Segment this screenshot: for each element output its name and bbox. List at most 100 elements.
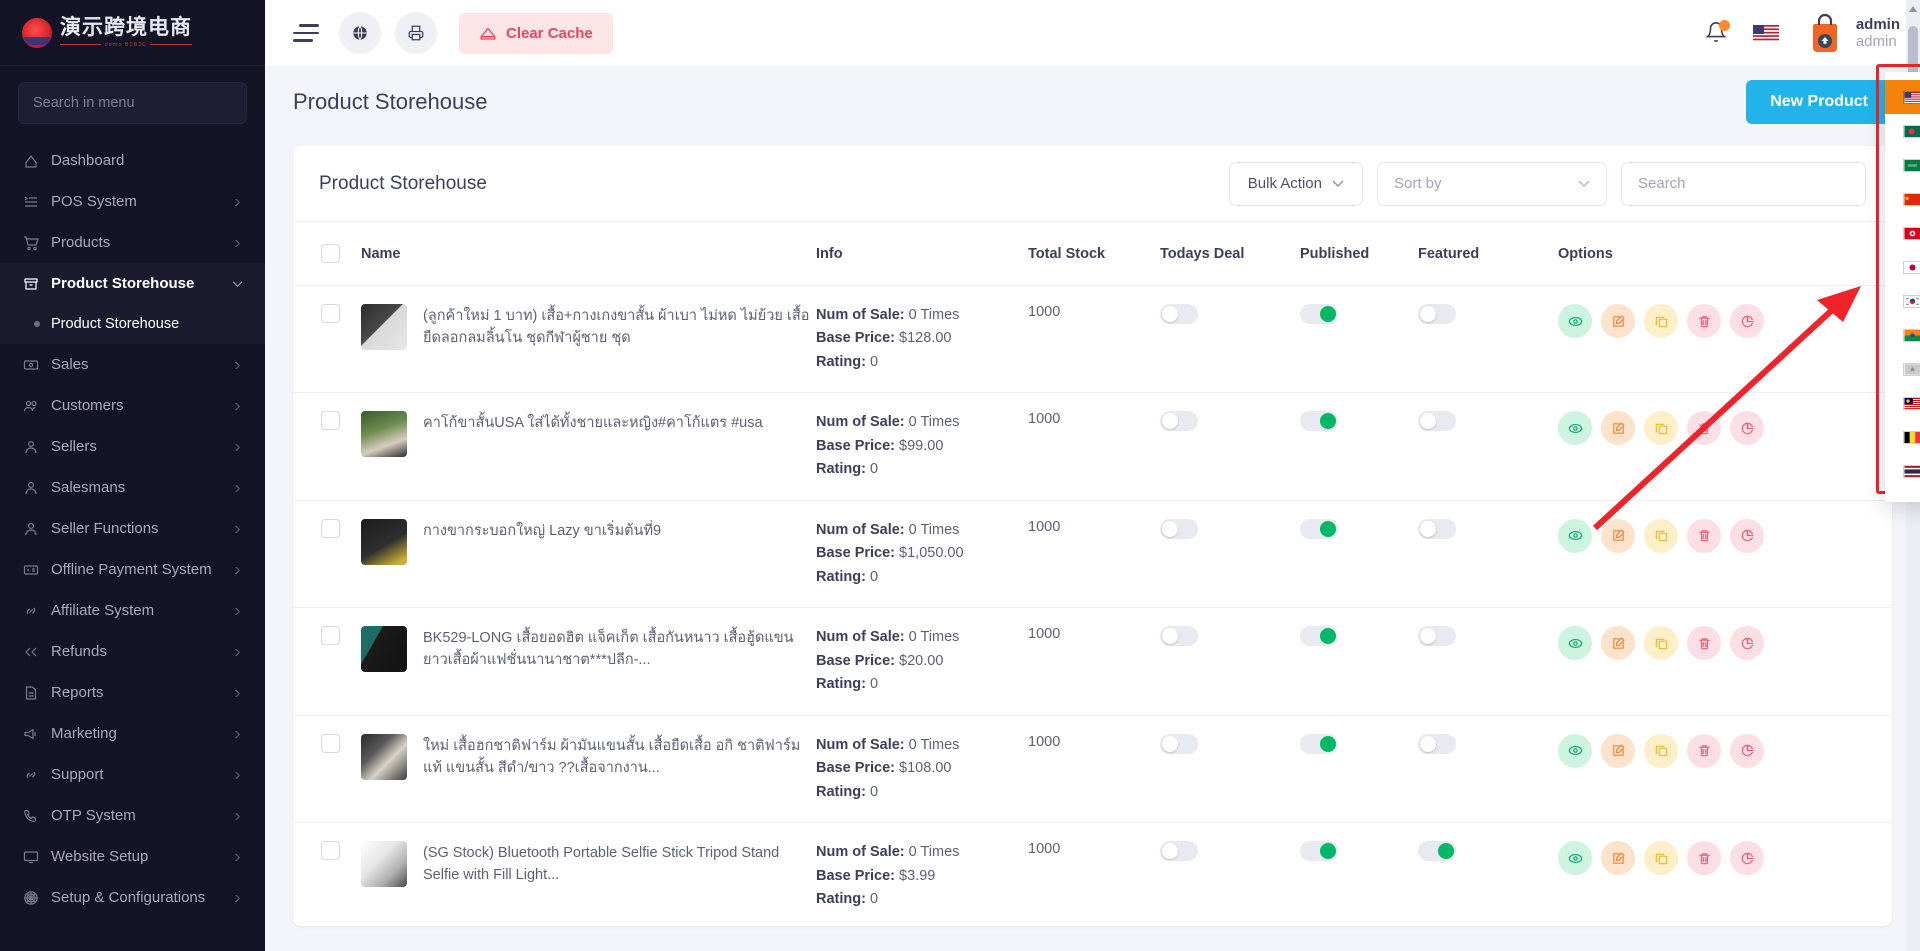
todays-deal-toggle[interactable] bbox=[1160, 411, 1198, 431]
delete-button[interactable] bbox=[1687, 411, 1721, 445]
published-toggle[interactable] bbox=[1300, 519, 1338, 539]
language-option-[interactable]: にほんご bbox=[1885, 250, 1920, 284]
sort-by-dropdown[interactable]: Sort by bbox=[1377, 162, 1607, 206]
edit-button[interactable] bbox=[1601, 841, 1635, 875]
sidebar-item-marketing[interactable]: Marketing bbox=[0, 713, 265, 754]
edit-button[interactable] bbox=[1601, 411, 1635, 445]
todays-deal-toggle[interactable] bbox=[1160, 841, 1198, 861]
featured-toggle[interactable] bbox=[1418, 626, 1456, 646]
todays-deal-toggle[interactable] bbox=[1160, 626, 1198, 646]
sidebar-item-seller-functions[interactable]: Seller Functions bbox=[0, 508, 265, 549]
row-checkbox[interactable] bbox=[321, 626, 340, 645]
clear-cache-button[interactable]: Clear Cache bbox=[459, 13, 613, 54]
sidebar-item-offline-payment-system[interactable]: Offline Payment System bbox=[0, 549, 265, 590]
view-button[interactable] bbox=[1558, 841, 1592, 875]
sidebar-item-website-setup[interactable]: Website Setup bbox=[0, 836, 265, 877]
print-button[interactable] bbox=[395, 12, 437, 54]
row-checkbox[interactable] bbox=[321, 519, 340, 538]
search-menu-input[interactable] bbox=[18, 82, 247, 124]
sidebar-item-reports[interactable]: Reports bbox=[0, 672, 265, 713]
sidebar-item-product-storehouse[interactable]: Product Storehouse bbox=[0, 263, 265, 304]
sidebar-item-refunds[interactable]: Refunds bbox=[0, 631, 265, 672]
duplicate-button[interactable] bbox=[1644, 411, 1678, 445]
edit-button[interactable] bbox=[1601, 734, 1635, 768]
edit-button[interactable] bbox=[1601, 519, 1635, 553]
language-option-bangla[interactable]: Bangla bbox=[1885, 114, 1920, 148]
product-name[interactable]: (SG Stock) Bluetooth Portable Selfie Sti… bbox=[423, 841, 816, 886]
published-toggle[interactable] bbox=[1300, 734, 1338, 754]
featured-toggle[interactable] bbox=[1418, 734, 1456, 754]
product-name[interactable]: คาโก้ขาสั้นUSA ใส่ได้ทั้งชายและหญิง#คาโก… bbox=[423, 411, 763, 434]
duplicate-button[interactable] bbox=[1644, 304, 1678, 338]
sidebar-item-support[interactable]: Support bbox=[0, 754, 265, 795]
language-option-belarusian[interactable]: Belarusian bbox=[1885, 420, 1920, 454]
duplicate-button[interactable] bbox=[1644, 841, 1678, 875]
scroll-up-arrow-icon[interactable] bbox=[1909, 6, 1917, 12]
row-checkbox[interactable] bbox=[321, 304, 340, 323]
globe-button[interactable] bbox=[339, 12, 381, 54]
edit-button[interactable] bbox=[1601, 304, 1635, 338]
todays-deal-toggle[interactable] bbox=[1160, 519, 1198, 539]
language-dropdown[interactable]: EnglishBanglaArabic中文繁体中文にほんご한국어Indonesi… bbox=[1885, 72, 1920, 502]
sidebar-item-salesmans[interactable]: Salesmans bbox=[0, 467, 265, 508]
table-search-input[interactable] bbox=[1621, 162, 1866, 206]
published-toggle[interactable] bbox=[1300, 841, 1338, 861]
refresh-button[interactable] bbox=[1730, 734, 1764, 768]
sidebar-item-dashboard[interactable]: Dashboard bbox=[0, 140, 265, 181]
edit-button[interactable] bbox=[1601, 626, 1635, 660]
delete-button[interactable] bbox=[1687, 519, 1721, 553]
brand-logo[interactable]: 演示跨境电商 demo B2B2C bbox=[0, 0, 265, 66]
sidebar-item-sellers[interactable]: Sellers bbox=[0, 426, 265, 467]
featured-toggle[interactable] bbox=[1418, 304, 1456, 324]
language-option-[interactable]: 中文 bbox=[1885, 182, 1920, 216]
language-option-[interactable]: 繁体中文 bbox=[1885, 216, 1920, 250]
language-option-arabic[interactable]: Arabic bbox=[1885, 148, 1920, 182]
published-toggle[interactable] bbox=[1300, 626, 1338, 646]
delete-button[interactable] bbox=[1687, 626, 1721, 660]
view-button[interactable] bbox=[1558, 734, 1592, 768]
delete-button[interactable] bbox=[1687, 734, 1721, 768]
user-menu[interactable]: admin admin bbox=[1805, 12, 1900, 54]
language-option-vietnamese[interactable]: Vietnamese bbox=[1885, 352, 1920, 386]
us-flag-icon[interactable] bbox=[1753, 25, 1779, 42]
sidebar-item-otp-system[interactable]: OTP System bbox=[0, 795, 265, 836]
delete-button[interactable] bbox=[1687, 304, 1721, 338]
language-option-malay[interactable]: Malay bbox=[1885, 386, 1920, 420]
view-button[interactable] bbox=[1558, 626, 1592, 660]
sidebar-item-affiliate-system[interactable]: Affiliate System bbox=[0, 590, 265, 631]
row-checkbox[interactable] bbox=[321, 734, 340, 753]
language-option-english[interactable]: English bbox=[1885, 80, 1920, 114]
sidebar-subitem-product-storehouse[interactable]: Product Storehouse bbox=[0, 304, 265, 344]
todays-deal-toggle[interactable] bbox=[1160, 304, 1198, 324]
view-button[interactable] bbox=[1558, 519, 1592, 553]
sidebar-item-sales[interactable]: Sales bbox=[0, 344, 265, 385]
bulk-action-dropdown[interactable]: Bulk Action bbox=[1229, 162, 1363, 206]
refresh-button[interactable] bbox=[1730, 519, 1764, 553]
view-button[interactable] bbox=[1558, 304, 1592, 338]
language-option-indonesian[interactable]: Indonesian bbox=[1885, 318, 1920, 352]
row-checkbox[interactable] bbox=[321, 411, 340, 430]
duplicate-button[interactable] bbox=[1644, 734, 1678, 768]
duplicate-button[interactable] bbox=[1644, 519, 1678, 553]
select-all-checkbox[interactable] bbox=[321, 244, 340, 263]
published-toggle[interactable] bbox=[1300, 411, 1338, 431]
sidebar-item-pos-system[interactable]: POS System bbox=[0, 181, 265, 222]
language-option-[interactable]: 한국어 bbox=[1885, 284, 1920, 318]
refresh-button[interactable] bbox=[1730, 626, 1764, 660]
published-toggle[interactable] bbox=[1300, 304, 1338, 324]
featured-toggle[interactable] bbox=[1418, 519, 1456, 539]
product-name[interactable]: (ลูกค้าใหม่ 1 บาท) เสื้อ+กางเกงขาสั้น ผ้… bbox=[423, 304, 816, 349]
view-button[interactable] bbox=[1558, 411, 1592, 445]
product-name[interactable]: กางขากระบอกใหญ่ Lazy ขาเริ่มต้นที่9 bbox=[423, 519, 661, 542]
notifications-button[interactable] bbox=[1705, 21, 1727, 45]
language-option-thai[interactable]: Thai bbox=[1885, 454, 1920, 488]
delete-button[interactable] bbox=[1687, 841, 1721, 875]
featured-toggle[interactable] bbox=[1418, 411, 1456, 431]
row-checkbox[interactable] bbox=[321, 841, 340, 860]
sidebar-item-products[interactable]: Products bbox=[0, 222, 265, 263]
duplicate-button[interactable] bbox=[1644, 626, 1678, 660]
menu-toggle-icon[interactable] bbox=[293, 24, 319, 42]
sidebar-item-setup-configurations[interactable]: Setup & Configurations bbox=[0, 877, 265, 918]
refresh-button[interactable] bbox=[1730, 304, 1764, 338]
new-product-button[interactable]: New Product bbox=[1746, 80, 1892, 124]
